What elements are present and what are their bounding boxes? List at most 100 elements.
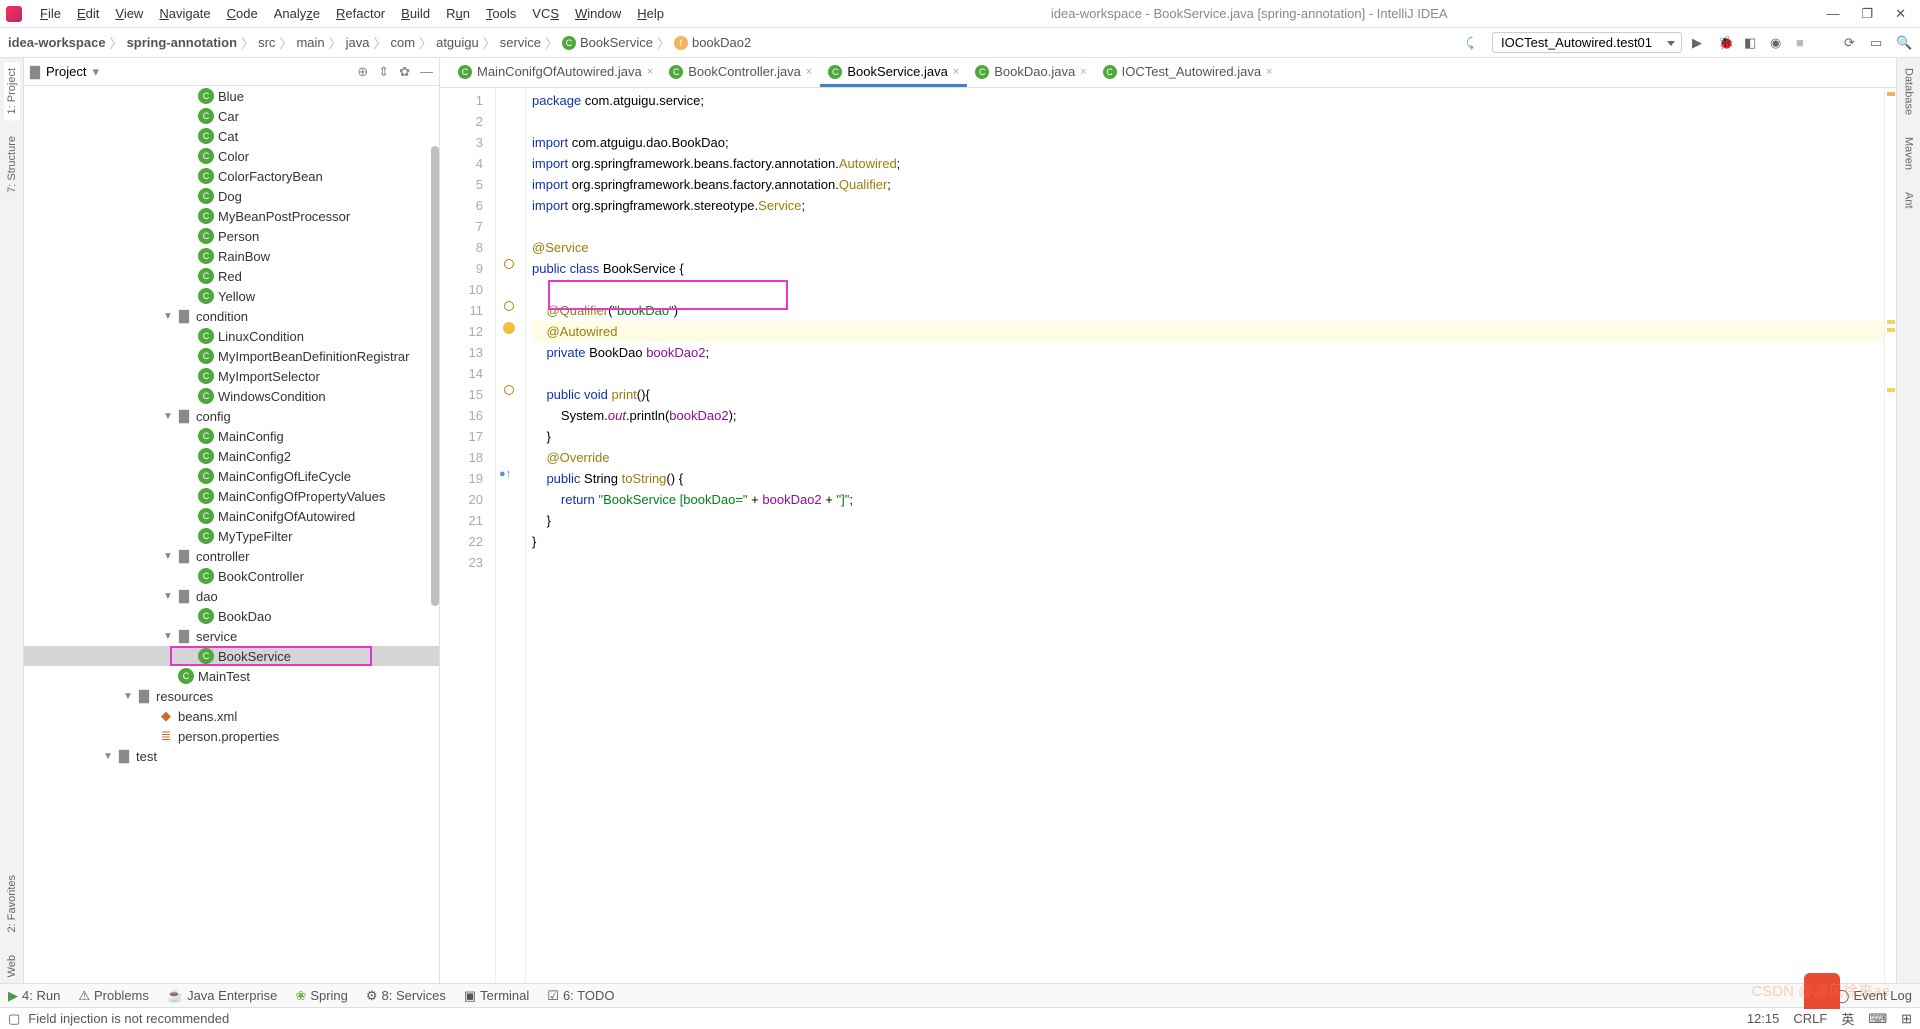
tree-item-selected[interactable]: BookService	[218, 649, 291, 664]
profile-button[interactable]: ◉	[1770, 35, 1786, 51]
tree-item[interactable]: Car	[218, 109, 239, 124]
tree-item[interactable]: MyTypeFilter	[218, 529, 292, 544]
bc-src[interactable]: src	[258, 35, 275, 50]
tree-item[interactable]: BookDao	[218, 609, 271, 624]
tree-item[interactable]: MainConfig	[218, 429, 284, 444]
structure-tool-tab[interactable]: 7: Structure	[4, 130, 20, 199]
spring-tool[interactable]: ❀Spring	[295, 988, 347, 1004]
tree-item[interactable]: MainConifgOfAutowired	[218, 509, 355, 524]
line-separator[interactable]: CRLF	[1793, 1011, 1827, 1026]
expand-arrow[interactable]	[120, 691, 136, 702]
bc-project[interactable]: idea-workspace	[8, 35, 106, 50]
structure-icon[interactable]: ▭	[1870, 35, 1886, 51]
close-icon[interactable]: ×	[1080, 66, 1086, 78]
bc-field[interactable]: bookDao2	[692, 35, 751, 50]
coverage-button[interactable]: ◧	[1744, 35, 1760, 51]
expand-arrow[interactable]	[160, 311, 176, 322]
tree-folder[interactable]: resources	[156, 689, 213, 704]
project-tool-tab[interactable]: 1: Project	[4, 62, 20, 120]
menu-analyze[interactable]: Analyze	[266, 6, 328, 21]
tree-item[interactable]: MyImportSelector	[218, 369, 320, 384]
tree-package[interactable]: dao	[196, 589, 218, 604]
override-marker-icon[interactable]: ●↑	[499, 468, 511, 480]
expand-arrow[interactable]	[160, 631, 176, 642]
settings-icon[interactable]: ✿	[399, 64, 410, 80]
run-tool[interactable]: ▶4: Run	[8, 988, 60, 1004]
close-icon[interactable]: ×	[953, 66, 959, 78]
warning-marker[interactable]	[1887, 320, 1895, 324]
warning-marker[interactable]	[1887, 388, 1895, 392]
bc-service[interactable]: service	[500, 35, 541, 50]
database-tool-tab[interactable]: Database	[1901, 62, 1917, 121]
tree-scrollbar-thumb[interactable]	[431, 146, 439, 606]
bc-com[interactable]: com	[391, 35, 416, 50]
fold-marker[interactable]	[504, 385, 514, 395]
bc-java[interactable]: java	[346, 35, 370, 50]
panel-title[interactable]: Project	[46, 64, 86, 79]
tree-item[interactable]: BookController	[218, 569, 304, 584]
tree-package[interactable]: condition	[196, 309, 248, 324]
editor-tab-active[interactable]: CBookService.java×	[820, 59, 967, 87]
tree-item[interactable]: Cat	[218, 129, 238, 144]
menu-code[interactable]: Code	[219, 6, 266, 21]
menu-file[interactable]: File	[32, 6, 69, 21]
maven-tool-tab[interactable]: Maven	[1901, 131, 1917, 176]
maximize-button[interactable]: ❐	[1861, 6, 1873, 22]
tree-item[interactable]: Yellow	[218, 289, 255, 304]
tree-item[interactable]: MainConfig2	[218, 449, 291, 464]
tree-item[interactable]: person.properties	[178, 729, 279, 744]
marker-gutter[interactable]: ●↑	[496, 88, 526, 983]
code-content[interactable]: package com.atguigu.service; import com.…	[526, 88, 1884, 983]
stop-button[interactable]: ■	[1796, 35, 1812, 51]
close-icon[interactable]: ×	[1266, 66, 1272, 78]
ime-indicator[interactable]: ⌨	[1868, 1011, 1887, 1027]
tree-package[interactable]: config	[196, 409, 231, 424]
warning-marker[interactable]	[1887, 92, 1895, 96]
tree-item[interactable]: Blue	[218, 89, 244, 104]
dropdown-icon[interactable]: ▾	[92, 64, 99, 80]
tree-item[interactable]: MyImportBeanDefinitionRegistrar	[218, 349, 409, 364]
tree-item[interactable]: ColorFactoryBean	[218, 169, 323, 184]
todo-tool[interactable]: ☑6: TODO	[547, 988, 614, 1004]
tree-item[interactable]: MainTest	[198, 669, 250, 684]
hide-icon[interactable]: —	[420, 64, 433, 80]
services-tool[interactable]: ⚙8: Services	[366, 988, 446, 1004]
line-gutter[interactable]: 1234567891011121314151617181920212223	[440, 88, 496, 983]
run-configuration-dropdown[interactable]: IOCTest_Autowired.test01	[1492, 32, 1682, 53]
tree-package[interactable]: controller	[196, 549, 249, 564]
menu-edit[interactable]: Edit	[69, 6, 107, 21]
bc-module[interactable]: spring-annotation	[127, 35, 238, 50]
fold-marker[interactable]	[504, 259, 514, 269]
expand-arrow[interactable]	[160, 411, 176, 422]
editor-tab[interactable]: CBookController.java×	[661, 59, 820, 87]
tree-item[interactable]: Dog	[218, 189, 242, 204]
menu-vcs[interactable]: VCS	[524, 6, 567, 21]
tree-item[interactable]: Person	[218, 229, 259, 244]
tree-package[interactable]: service	[196, 629, 237, 644]
project-tree[interactable]: CBlue CCar CCat CColor CColorFactoryBean…	[24, 86, 439, 983]
terminal-tool[interactable]: ▣Terminal	[464, 988, 529, 1004]
expand-arrow[interactable]	[160, 591, 176, 602]
expand-icon[interactable]: ⇕	[378, 64, 389, 80]
tool-window-button[interactable]: ▢	[8, 1011, 20, 1027]
run-button[interactable]: ▶	[1692, 35, 1708, 51]
expand-arrow[interactable]	[100, 751, 116, 762]
menu-view[interactable]: View	[107, 6, 151, 21]
tree-item[interactable]: Color	[218, 149, 249, 164]
close-icon[interactable]: ×	[647, 66, 653, 78]
java-ee-tool[interactable]: ☕Java Enterprise	[167, 988, 278, 1004]
bc-atguigu[interactable]: atguigu	[436, 35, 479, 50]
bc-class[interactable]: BookService	[580, 35, 653, 50]
web-tool-tab[interactable]: Web	[4, 949, 20, 983]
code-editor[interactable]: 1234567891011121314151617181920212223 ●↑…	[440, 88, 1896, 983]
menu-help[interactable]: Help	[629, 6, 672, 21]
tree-folder[interactable]: test	[136, 749, 157, 764]
minimize-button[interactable]: —	[1826, 6, 1839, 22]
close-button[interactable]: ✕	[1895, 6, 1906, 22]
warning-marker[interactable]	[1887, 328, 1895, 332]
close-icon[interactable]: ×	[806, 66, 812, 78]
search-icon[interactable]: 🔍	[1896, 35, 1912, 51]
breadcrumb[interactable]: idea-workspace〉 spring-annotation〉 src〉 …	[8, 33, 751, 52]
intention-bulb-icon[interactable]	[503, 322, 515, 334]
tree-item[interactable]: MainConfigOfPropertyValues	[218, 489, 385, 504]
